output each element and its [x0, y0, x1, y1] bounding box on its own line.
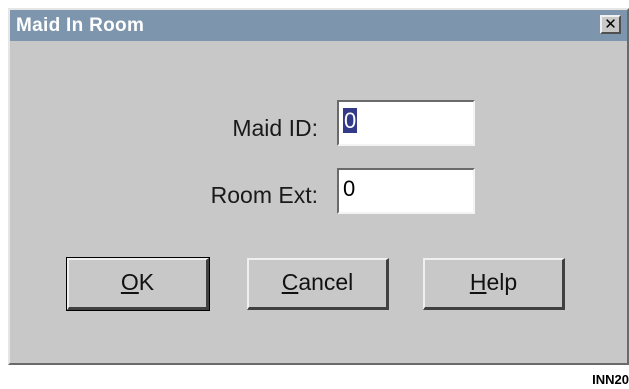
- room-ext-input[interactable]: 0: [337, 168, 475, 214]
- cancel-label-rest: ancel: [298, 269, 354, 295]
- ok-label-rest: K: [138, 269, 155, 295]
- figure-tag: INN20: [592, 372, 629, 387]
- ok-button[interactable]: OK: [66, 257, 210, 311]
- cancel-mnemonic: C: [281, 269, 299, 295]
- maid-id-input[interactable]: 0: [337, 100, 475, 146]
- maid-in-room-dialog: Maid In Room ✕ Maid ID: 0 Room Ext: 0 OK…: [8, 8, 629, 365]
- room-ext-value: 0: [343, 176, 356, 201]
- help-mnemonic: H: [469, 269, 487, 295]
- maid-id-value: 0: [343, 108, 358, 133]
- ok-mnemonic: O: [120, 269, 139, 295]
- room-ext-label: Room Ext:: [210, 182, 318, 208]
- close-button[interactable]: ✕: [600, 15, 621, 34]
- title-bar[interactable]: Maid In Room ✕: [10, 10, 627, 41]
- window-title: Maid In Room: [16, 15, 145, 36]
- maid-id-label: Maid ID:: [232, 115, 318, 141]
- cancel-button[interactable]: Cancel: [247, 258, 389, 310]
- help-label-rest: elp: [486, 269, 518, 295]
- close-icon: ✕: [604, 15, 617, 33]
- help-button[interactable]: Help: [423, 258, 565, 310]
